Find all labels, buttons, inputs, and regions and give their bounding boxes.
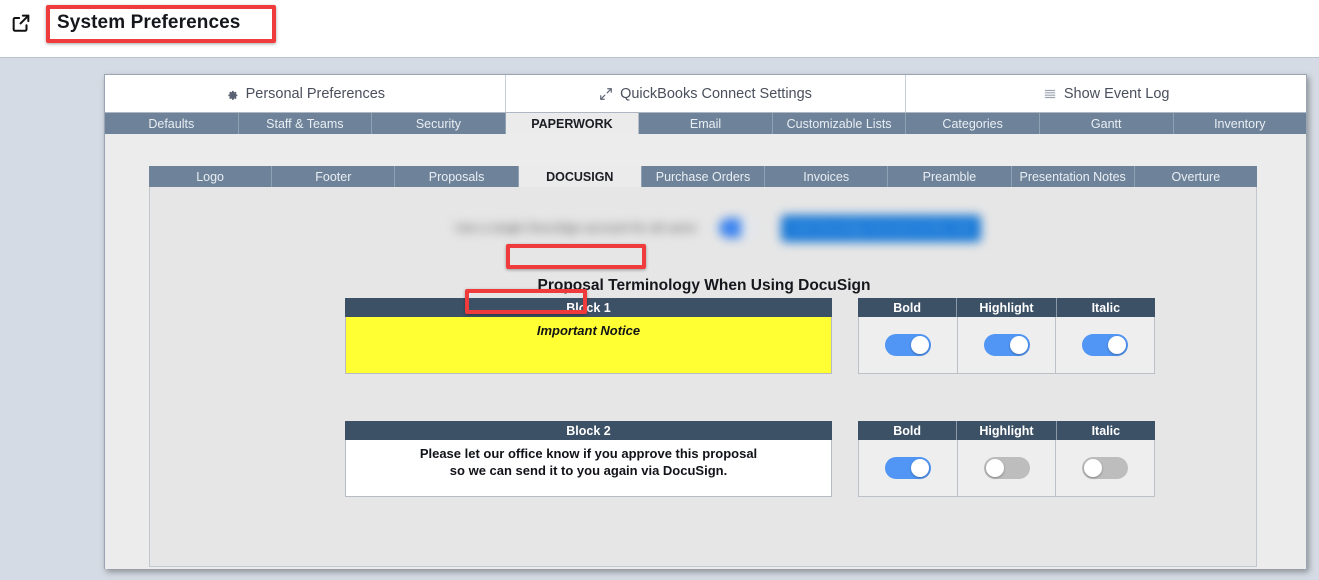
- subtab-preamble[interactable]: Preamble: [888, 166, 1012, 187]
- toggle-knob: [985, 459, 1004, 477]
- expand-arrows-icon: [599, 87, 613, 101]
- tab-gantt[interactable]: Gantt: [1039, 113, 1174, 134]
- cell-block2-highlight: [957, 440, 1057, 497]
- tab-email[interactable]: Email: [639, 113, 773, 134]
- section-heading: Proposal Terminology When Using DocuSign: [537, 277, 871, 294]
- tab-row-level2: Defaults Staff & Teams Security PAPERWOR…: [105, 113, 1307, 134]
- toggle-knob: [910, 336, 929, 354]
- block-2-toggle-headers: Bold Highlight Italic: [858, 421, 1155, 440]
- toggle-block1-italic[interactable]: [1082, 334, 1129, 356]
- list-lines-icon: [1043, 87, 1057, 101]
- cell-block2-italic: [1056, 440, 1156, 497]
- button-quickbooks-connect-settings[interactable]: QuickBooks Connect Settings: [505, 75, 907, 112]
- column-header-italic: Italic: [1056, 421, 1155, 440]
- block-2-header: Block 2: [345, 421, 832, 440]
- cell-block1-bold: [858, 317, 958, 374]
- redacted-label: Use a single DocuSign account for all us…: [455, 221, 697, 235]
- subtab-purchase-orders[interactable]: Purchase Orders: [641, 166, 766, 187]
- tab-customizable-lists[interactable]: Customizable Lists: [772, 113, 907, 134]
- tab-paperwork[interactable]: PAPERWORK: [505, 113, 640, 134]
- button-label: Show Event Log: [1063, 85, 1170, 102]
- block-2-text[interactable]: Please let our office know if you approv…: [345, 440, 832, 497]
- cell-block2-bold: [858, 440, 958, 497]
- subtab-footer[interactable]: Footer: [272, 166, 396, 187]
- gear-icon: [225, 87, 239, 101]
- block-1-header: Block 1: [345, 298, 832, 317]
- redacted-docusign-account-row: Use a single DocuSign account for all us…: [455, 207, 995, 249]
- toggle-block1-bold[interactable]: [884, 334, 931, 356]
- subtab-overture[interactable]: Overture: [1134, 166, 1257, 187]
- preferences-panel: Personal Preferences QuickBooks Connect …: [104, 74, 1307, 569]
- tab-staff-teams[interactable]: Staff & Teams: [238, 113, 373, 134]
- redacted-toggle[interactable]: [718, 218, 759, 238]
- block-2-box: Block 2 Please let our office know if yo…: [345, 421, 832, 497]
- column-header-italic: Italic: [1056, 298, 1155, 317]
- button-personal-preferences[interactable]: Personal Preferences: [105, 75, 506, 112]
- title-bar: System Preferences: [0, 0, 1319, 58]
- tab-inventory[interactable]: Inventory: [1173, 113, 1307, 134]
- subtab-invoices[interactable]: Invoices: [765, 166, 889, 187]
- button-label: Personal Preferences: [245, 85, 386, 102]
- toggle-block2-bold[interactable]: [884, 457, 931, 479]
- cell-block1-italic: [1056, 317, 1156, 374]
- toggle-block2-italic[interactable]: [1082, 457, 1129, 479]
- paperwork-tab-panel: Logo Footer Proposals DOCUSIGN Purchase …: [105, 134, 1306, 569]
- block-2-format-toggles: Bold Highlight Italic: [858, 421, 1156, 497]
- tab-security[interactable]: Security: [372, 113, 506, 134]
- page-title: System Preferences: [57, 12, 241, 33]
- toggle-knob: [1009, 336, 1028, 354]
- column-header-bold: Bold: [858, 421, 958, 440]
- block-1-format-toggles: Bold Highlight Italic: [858, 298, 1156, 374]
- button-show-event-log[interactable]: Show Event Log: [906, 75, 1307, 112]
- toggle-block1-highlight[interactable]: [983, 334, 1030, 356]
- subtab-presentation-notes[interactable]: Presentation Notes: [1011, 166, 1135, 187]
- top-button-row: Personal Preferences QuickBooks Connect …: [105, 75, 1307, 113]
- tab-row-level3: Logo Footer Proposals DOCUSIGN Purchase …: [149, 166, 1257, 187]
- app-root: System Preferences Personal Preferences: [0, 0, 1319, 580]
- toggle-knob: [1108, 336, 1127, 354]
- block-1-toggle-cells: [858, 317, 1156, 374]
- block-2-toggle-cells: [858, 440, 1156, 497]
- toggle-knob: [1084, 459, 1103, 477]
- tab-defaults[interactable]: Defaults: [105, 113, 239, 134]
- redacted-link-account-button[interactable]: Link DocuSign Account to this Job: [780, 214, 981, 242]
- block-1-box: Block 1 Important Notice: [345, 298, 832, 374]
- tab-categories[interactable]: Categories: [906, 113, 1040, 134]
- toggle-block2-highlight[interactable]: [983, 457, 1030, 479]
- subtab-docusign[interactable]: DOCUSIGN: [518, 166, 642, 187]
- column-header-highlight: Highlight: [957, 421, 1057, 440]
- column-header-bold: Bold: [858, 298, 958, 317]
- cell-block1-highlight: [957, 317, 1057, 374]
- docusign-tab-panel: Use a single DocuSign account for all us…: [149, 187, 1257, 567]
- subtab-proposals[interactable]: Proposals: [395, 166, 519, 187]
- block-1-toggle-headers: Bold Highlight Italic: [858, 298, 1155, 317]
- toggle-knob: [910, 459, 929, 477]
- button-label: QuickBooks Connect Settings: [620, 85, 812, 102]
- column-header-highlight: Highlight: [957, 298, 1057, 317]
- subtab-logo[interactable]: Logo: [149, 166, 273, 187]
- block-1-text[interactable]: Important Notice: [345, 317, 832, 374]
- external-link-icon[interactable]: [10, 12, 32, 34]
